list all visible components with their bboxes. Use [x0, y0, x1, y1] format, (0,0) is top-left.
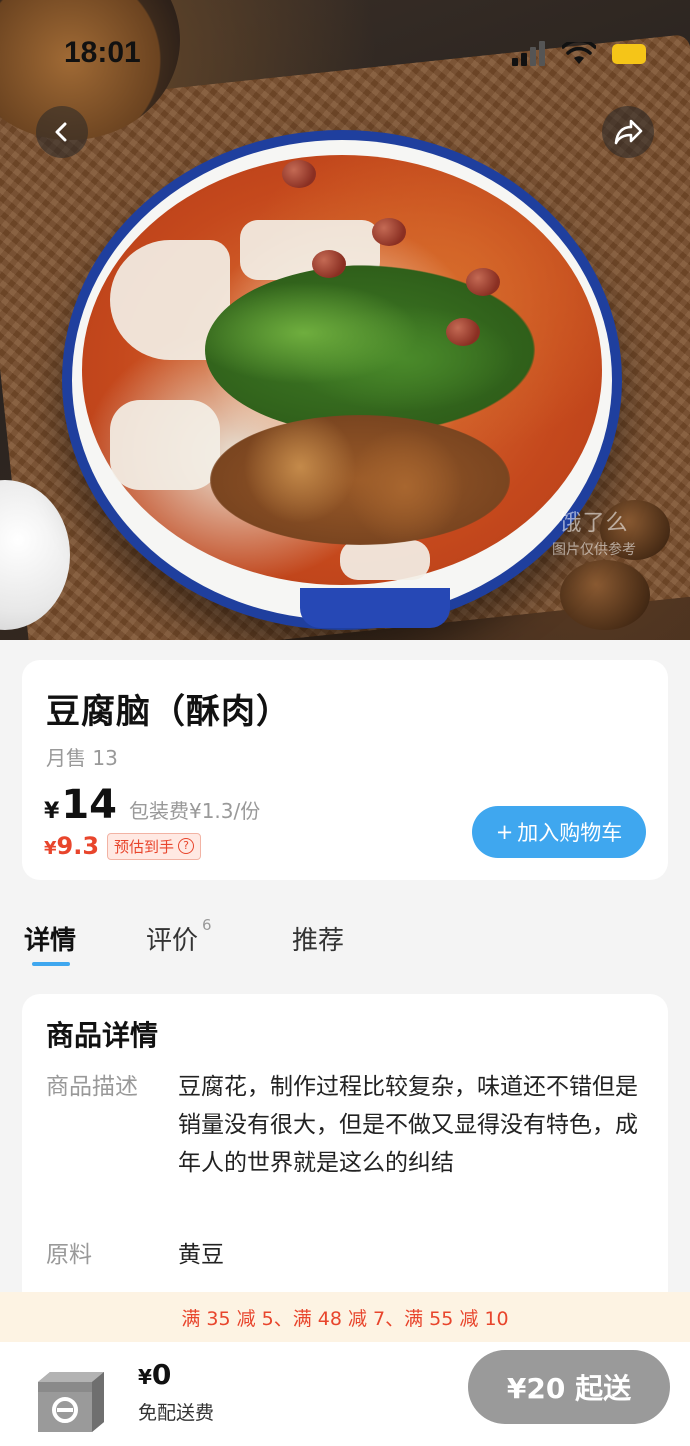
review-count: 6 — [202, 916, 212, 934]
cart-bar: ¥ 0 免配送费 ¥20 起送 — [0, 1342, 690, 1446]
tofu — [110, 400, 220, 490]
ingredient-row: 原料 黄豆 — [46, 1236, 638, 1274]
minimum-order-button[interactable]: ¥20 起送 — [468, 1350, 670, 1424]
bean — [466, 268, 500, 296]
active-tab-indicator — [32, 962, 70, 966]
product-hero-image: 饿了么 图片仅供参考 — [0, 0, 690, 640]
product-detail-card: 商品详情 商品描述 豆腐花，制作过程比较复杂，味道还不错但是销量没有很大，但是不… — [22, 994, 668, 1314]
question-icon: ? — [178, 838, 195, 854]
detail-title: 商品详情 — [46, 1019, 159, 1052]
status-time: 18:01 — [64, 36, 141, 69]
bean — [282, 160, 316, 188]
wifi-icon — [562, 42, 596, 64]
estimated-badge[interactable]: 预估到手 ? — [107, 832, 202, 860]
cart-total: ¥ 0 — [138, 1358, 172, 1391]
promo-text: 满 35 减 5、满 48 减 7、满 55 减 10 — [181, 1307, 509, 1330]
tab-detail[interactable]: 详情 — [24, 920, 76, 957]
chevron-left-icon — [55, 122, 67, 142]
detail-tabs: 详情 评价6 推荐 — [22, 916, 668, 970]
description-row: 商品描述 豆腐花，制作过程比较复杂，味道还不错但是销量没有很大，但是不做又显得没… — [46, 1068, 638, 1182]
nut — [560, 560, 650, 630]
bean — [446, 318, 480, 346]
monthly-sales: 月售 13 — [46, 746, 118, 770]
tab-reviews[interactable]: 评价6 — [146, 916, 212, 957]
description-label: 商品描述 — [46, 1074, 138, 1100]
estimated-price: ¥9.3 — [44, 832, 100, 860]
battery-icon — [612, 44, 646, 64]
bean — [312, 250, 346, 278]
price-currency: ¥ — [44, 799, 60, 824]
description-text: 豆腐花，制作过程比较复杂，味道还不错但是销量没有很大，但是不做又显得没有特色，成… — [178, 1074, 638, 1176]
ingredient-text: 黄豆 — [178, 1242, 224, 1268]
product-name: 豆腐脑（酥肉） — [46, 692, 291, 732]
back-button[interactable] — [36, 106, 88, 158]
watermark-logo: 饿了么 — [559, 511, 629, 536]
price-row: ¥ 14 包装费¥1.3/份 — [44, 782, 260, 828]
plus-icon: + — [495, 820, 514, 844]
share-button[interactable] — [602, 106, 654, 158]
delivery-fee: 免配送费 — [138, 1402, 215, 1424]
tab-recommend[interactable]: 推荐 — [292, 920, 344, 957]
bean — [372, 218, 406, 246]
cart-box-icon[interactable] — [30, 1352, 112, 1434]
bowl-band — [300, 588, 450, 628]
discount-promo-strip: 满 35 减 5、满 48 减 7、满 55 减 10 — [0, 1292, 690, 1342]
price-value: 14 — [61, 782, 117, 828]
estimated-price-row: ¥9.3 预估到手 ? — [44, 832, 202, 860]
product-info-card: 豆腐脑（酥肉） 月售 13 ¥ 14 包装费¥1.3/份 ¥9.3 预估到手 ?… — [22, 660, 668, 880]
signal-icon — [512, 40, 548, 66]
add-to-cart-button[interactable]: + 加入购物车 — [472, 806, 646, 858]
tofu — [340, 540, 430, 580]
watermark-note: 图片仅供参考 — [552, 542, 636, 558]
packaging-fee: 包装费¥1.3/份 — [128, 799, 261, 823]
crispy-pork — [210, 415, 510, 545]
watermark: 饿了么 图片仅供参考 — [552, 505, 636, 559]
ingredient-label: 原料 — [46, 1242, 92, 1268]
share-arrow-icon — [614, 119, 643, 145]
